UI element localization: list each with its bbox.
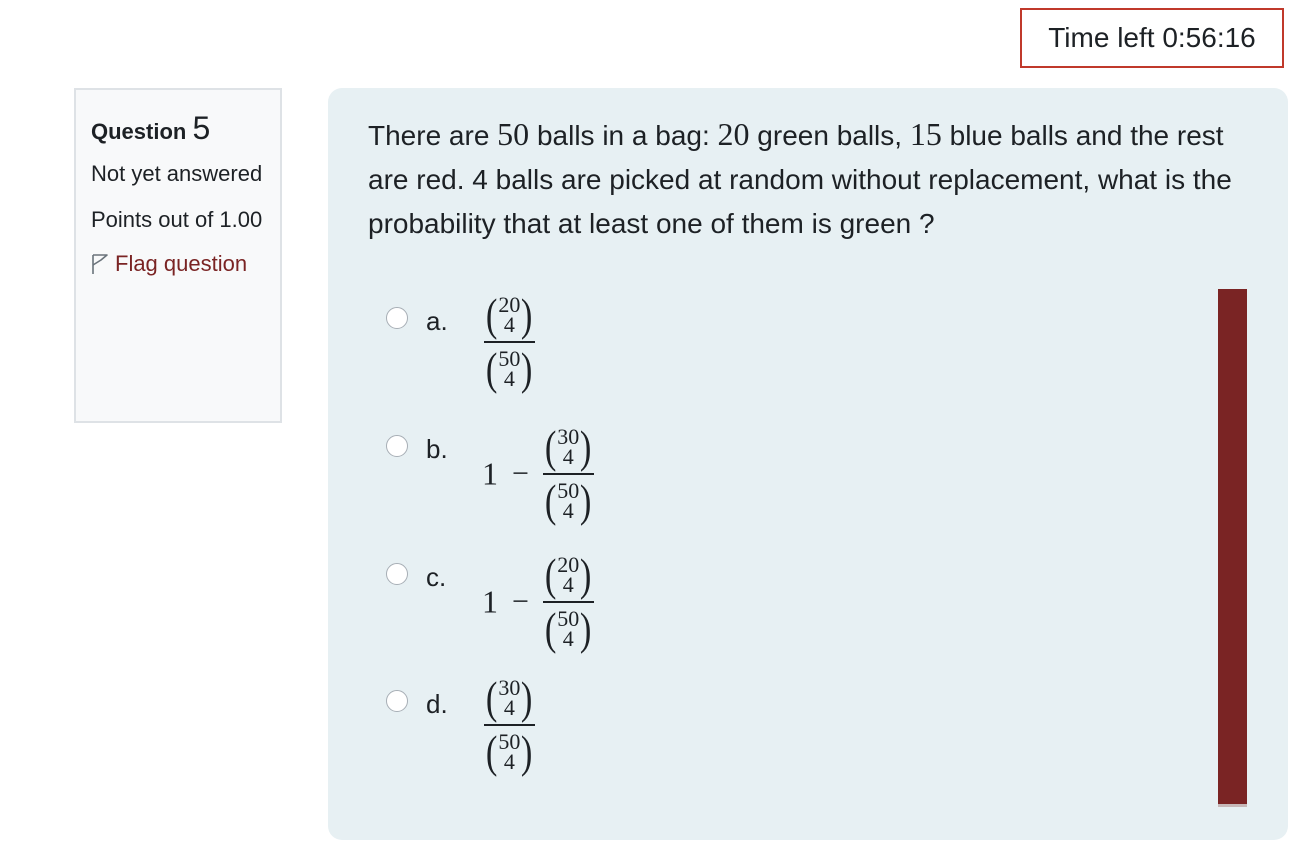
- binomial-numerator: (20 4): [485, 289, 533, 340]
- time-left-timer: Time left 0:56:16: [1020, 8, 1284, 68]
- binom-k: 4: [562, 626, 574, 651]
- timer-value: 0:56:16: [1162, 22, 1256, 53]
- binom-k: 4: [503, 695, 515, 720]
- flag-question-label: Flag question: [115, 251, 248, 276]
- question-grade: Points out of 1.00: [91, 207, 263, 232]
- option-letter: d.: [426, 689, 448, 719]
- binom-k: 4: [503, 312, 515, 337]
- binom-k: 4: [503, 366, 515, 391]
- binomial-numerator: (30 4): [485, 672, 533, 723]
- option-d-formula: (30 4) (50 4): [484, 675, 535, 775]
- question-text-part: balls in a bag:: [529, 120, 718, 151]
- question-math-green: 20: [717, 116, 750, 152]
- option-letter: a.: [426, 306, 448, 336]
- formula-one: 1: [482, 583, 498, 620]
- question-state: Not yet answered: [91, 161, 263, 186]
- flag-question-link[interactable]: Flag question: [91, 246, 266, 282]
- option-b-formula: 1− (30 4) (50 4): [482, 424, 594, 524]
- binom-k: 4: [562, 498, 574, 523]
- flag-icon: [92, 254, 108, 274]
- formula-one: 1: [482, 455, 498, 492]
- binomial-denominator: (50 4): [544, 475, 592, 526]
- option-a-formula: (20 4) (50 4): [484, 292, 535, 392]
- question-info-panel: Question 5 Not yet answered Points out o…: [74, 88, 282, 423]
- question-number: 5: [192, 110, 211, 146]
- option-a-radio[interactable]: [386, 307, 408, 329]
- binomial-numerator: (20 4): [544, 549, 592, 600]
- binomial-denominator: (50 4): [544, 603, 592, 654]
- answer-scrollbar[interactable]: [1218, 289, 1247, 807]
- fraction: (20 4) (50 4): [542, 549, 594, 654]
- binom-k: 4: [562, 444, 574, 469]
- fraction: (20 4) (50 4): [484, 292, 535, 392]
- binomial-numerator: (30 4): [544, 421, 592, 472]
- question-text-part: green balls,: [749, 120, 910, 151]
- question-label: Question: [91, 119, 187, 144]
- question-content-panel: There are 50 balls in a bag: 20 green ba…: [328, 88, 1288, 840]
- option-c-formula: 1− (20 4) (50 4): [482, 552, 594, 652]
- question-math-blue: 15: [909, 116, 942, 152]
- question-math-total: 50: [497, 116, 530, 152]
- option-c-radio[interactable]: [386, 563, 408, 585]
- fraction: (30 4) (50 4): [484, 675, 535, 775]
- formula-minus: −: [512, 585, 529, 618]
- question-text: There are 50 balls in a bag: 20 green ba…: [368, 112, 1258, 246]
- option-b-radio[interactable]: [386, 435, 408, 457]
- binom-k: 4: [503, 749, 515, 774]
- timer-label: Time left: [1048, 22, 1155, 53]
- formula-minus: −: [512, 457, 529, 490]
- binomial-denominator: (50 4): [485, 726, 533, 777]
- option-letter: c.: [426, 562, 447, 592]
- binomial-denominator: (50 4): [485, 343, 533, 394]
- fraction: (30 4) (50 4): [542, 421, 594, 526]
- option-letter: b.: [426, 434, 448, 464]
- binom-k: 4: [562, 572, 574, 597]
- question-number-heading: Question 5: [91, 112, 266, 144]
- option-d-radio[interactable]: [386, 690, 408, 712]
- question-text-part: There are: [368, 120, 498, 151]
